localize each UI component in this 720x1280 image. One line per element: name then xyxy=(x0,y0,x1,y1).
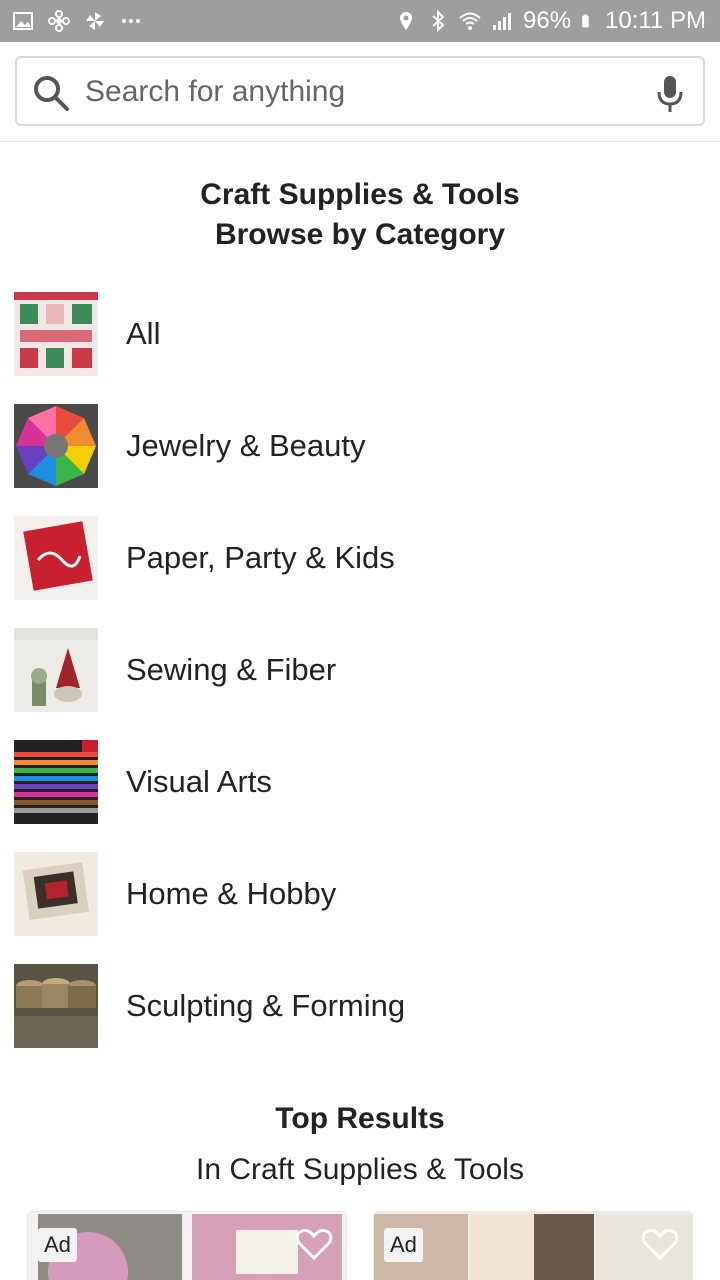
favorite-heart-icon[interactable] xyxy=(294,1224,334,1264)
category-label: Paper, Party & Kids xyxy=(126,540,395,575)
fan-icon xyxy=(86,12,104,30)
pinwheel-icon xyxy=(48,10,70,32)
paper-party-kids-thumbnail xyxy=(14,516,98,600)
favorite-heart-icon[interactable] xyxy=(640,1224,680,1264)
category-heading: Craft Supplies & Tools Browse by Categor… xyxy=(0,175,720,255)
category-label: Sewing & Fiber xyxy=(126,652,337,687)
page-title: Craft Supplies & Tools xyxy=(200,178,520,211)
status-bar: 96% 10:11 PM xyxy=(0,0,720,42)
search-icon xyxy=(34,76,69,111)
bluetooth-icon xyxy=(432,10,445,32)
status-left-icons xyxy=(12,8,142,34)
status-right-icons: 96% 10:11 PM xyxy=(395,6,706,36)
ad-badge: Ad xyxy=(384,1228,423,1262)
category-item-home-hobby[interactable]: Home & Hobby xyxy=(0,840,720,952)
all-thumbnail xyxy=(14,292,98,376)
microphone-icon[interactable] xyxy=(655,74,685,114)
result-card[interactable]: Ad xyxy=(28,1212,346,1280)
result-cards: Ad Ad xyxy=(0,1212,720,1280)
visual-arts-thumbnail xyxy=(14,740,98,824)
sewing-fiber-thumbnail xyxy=(14,628,98,712)
category-item-paper-party-kids[interactable]: Paper, Party & Kids xyxy=(0,504,720,616)
battery-icon xyxy=(582,14,589,28)
category-item-jewelry-beauty[interactable]: Jewelry & Beauty xyxy=(0,392,720,504)
more-icon xyxy=(122,19,140,23)
category-label: All xyxy=(126,316,161,351)
battery-percent: 96% xyxy=(523,7,572,34)
category-label: Visual Arts xyxy=(126,764,272,799)
category-list: All Jewelry & Beauty Paper, Party & Kids… xyxy=(0,280,720,1064)
category-item-visual-arts[interactable]: Visual Arts xyxy=(0,728,720,840)
category-label: Jewelry & Beauty xyxy=(126,428,366,463)
search-box[interactable] xyxy=(15,56,705,126)
jewelry-beauty-thumbnail xyxy=(14,404,98,488)
sculpting-forming-thumbnail xyxy=(14,964,98,1048)
page-subtitle: Browse by Category xyxy=(214,218,506,251)
ad-badge: Ad xyxy=(38,1228,77,1262)
wifi-icon xyxy=(459,12,481,30)
top-results-heading: Top Results In Craft Supplies & Tools xyxy=(0,1100,720,1190)
home-hobby-thumbnail xyxy=(14,852,98,936)
category-item-all[interactable]: All xyxy=(0,280,720,392)
category-label: Sculpting & Forming xyxy=(126,988,406,1023)
search-bar xyxy=(0,42,720,142)
search-input[interactable] xyxy=(85,70,645,114)
category-label: Home & Hobby xyxy=(126,876,337,911)
category-item-sewing-fiber[interactable]: Sewing & Fiber xyxy=(0,616,720,728)
location-icon xyxy=(400,12,412,30)
top-results-subtitle: In Craft Supplies & Tools xyxy=(196,1153,524,1186)
result-card[interactable]: Ad xyxy=(374,1212,692,1280)
signal-icon xyxy=(493,13,511,30)
gallery-icon xyxy=(13,12,33,30)
top-results-title: Top Results xyxy=(275,1102,445,1135)
category-item-sculpting-forming[interactable]: Sculpting & Forming xyxy=(0,952,720,1064)
clock: 10:11 PM xyxy=(605,7,706,34)
